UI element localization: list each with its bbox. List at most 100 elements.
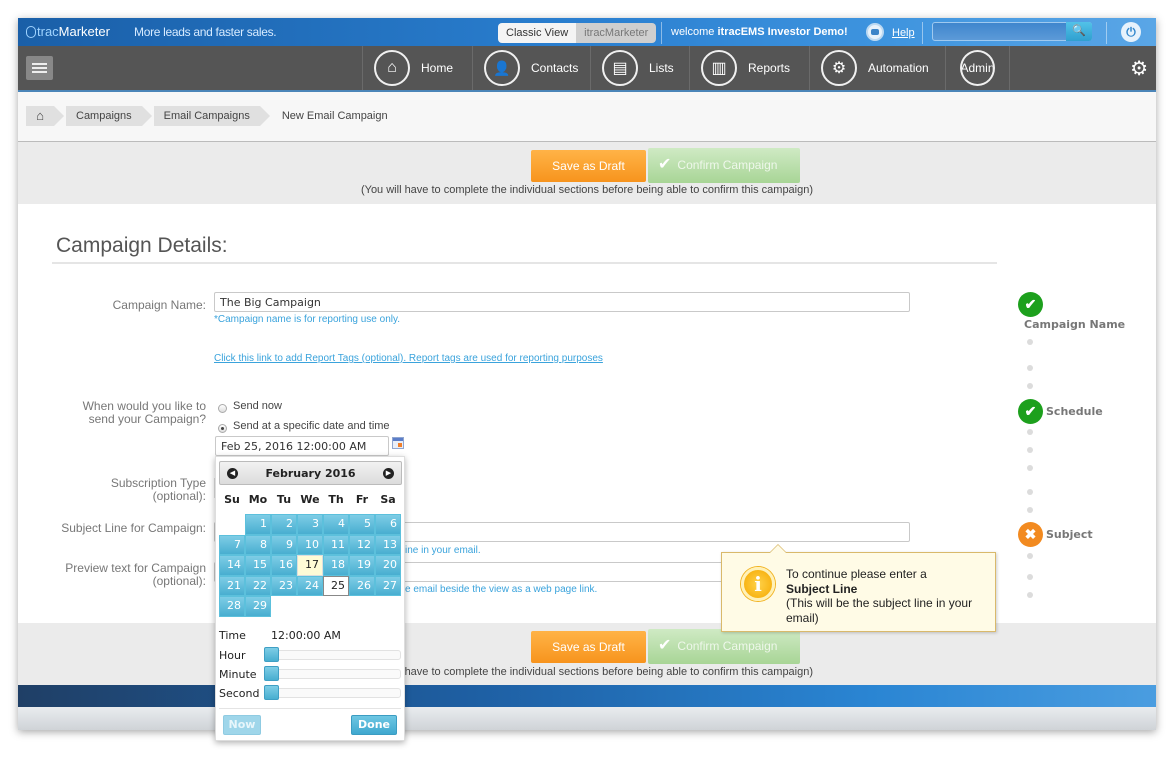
day-cell[interactable]: 19 — [349, 555, 375, 576]
help-user-icon[interactable] — [866, 23, 884, 41]
view-toggle: Classic View itracMarketer — [498, 23, 657, 43]
step-complete-icon: ✔ — [1018, 399, 1043, 424]
breadcrumb-home[interactable]: ⌂ — [26, 106, 64, 126]
progress-dot — [1027, 339, 1033, 345]
nav-contacts-label: Contacts — [531, 61, 579, 75]
nav-lists-label: Lists — [649, 61, 674, 75]
schedule-datetime-input[interactable] — [215, 436, 389, 456]
day-cell[interactable]: 18 — [323, 555, 349, 576]
day-cell[interactable]: 23 — [271, 575, 297, 596]
breadcrumb-bar: ⌂ Campaigns Email Campaigns New Email Ca… — [18, 90, 1156, 142]
minute-slider-handle[interactable] — [264, 666, 279, 681]
step-campaign-name[interactable]: Campaign Name — [1024, 318, 1125, 331]
subscription-type-label: Subscription Type (optional): — [110, 476, 206, 503]
day-cell-selected[interactable]: 25 — [323, 575, 349, 596]
day-cell[interactable]: 27 — [375, 575, 401, 596]
day-cell[interactable]: 15 — [245, 555, 271, 576]
save-draft-button[interactable]: Save as Draft — [531, 631, 646, 663]
main-nav: ⌂ Home 👤 Contacts ▤ Lists ▥ Reports ⚙ Au… — [18, 46, 1156, 90]
day-cell[interactable]: 28 — [219, 596, 245, 617]
day-cell[interactable]: 10 — [297, 534, 323, 555]
send-now-radio[interactable] — [218, 404, 227, 413]
nav-automation[interactable]: ⚙ Automation — [809, 46, 945, 90]
day-cell[interactable]: 21 — [219, 575, 245, 596]
subject-line-label: Subject Line for Campaign: — [61, 521, 206, 535]
minute-slider[interactable] — [267, 669, 401, 679]
day-cell[interactable]: 2 — [271, 514, 297, 535]
day-cell[interactable]: 29 — [245, 596, 271, 617]
day-cell[interactable]: 22 — [245, 575, 271, 596]
step-schedule[interactable]: Schedule — [1046, 405, 1103, 418]
report-tags-link[interactable]: Click this link to add Report Tags (opti… — [214, 353, 603, 364]
second-slider[interactable] — [267, 688, 401, 698]
classic-view-tab[interactable]: Classic View — [498, 23, 577, 43]
day-cell[interactable]: 3 — [297, 514, 323, 535]
help-link[interactable]: Help — [892, 27, 915, 39]
home-icon: ⌂ — [374, 50, 410, 86]
day-cell[interactable]: 5 — [349, 514, 375, 535]
day-cell[interactable]: 9 — [271, 534, 297, 555]
day-cell[interactable]: 16 — [271, 555, 297, 576]
day-cell[interactable]: 26 — [349, 575, 375, 596]
save-draft-button[interactable]: Save as Draft — [531, 150, 646, 182]
divider — [922, 22, 923, 44]
done-button[interactable]: Done — [351, 715, 397, 735]
nav-admin[interactable]: Admin — [945, 46, 1009, 90]
day-cell[interactable]: 24 — [297, 575, 323, 596]
progress-dot — [1027, 553, 1033, 559]
day-cell[interactable]: 7 — [219, 534, 245, 555]
hamburger-menu-button[interactable] — [26, 56, 53, 80]
tooltip-text: To continue please enter a Subject Line … — [786, 567, 973, 625]
action-bar-bottom: Save as Draft ✔ Confirm Campaign (You wil… — [18, 623, 1156, 685]
day-cell[interactable]: 12 — [349, 534, 375, 555]
confirm-campaign-button[interactable]: ✔ Confirm Campaign — [648, 148, 800, 183]
contacts-icon: 👤 — [484, 50, 520, 86]
send-scheduled-radio[interactable] — [218, 424, 227, 433]
search-button[interactable]: 🔍 — [1066, 22, 1092, 41]
date-picker-header: ◀ February 2016 ▶ — [219, 461, 402, 485]
day-cell[interactable]: 11 — [323, 534, 349, 555]
home-icon: ⌂ — [36, 108, 44, 123]
day-cell[interactable]: 4 — [323, 514, 349, 535]
weekday-label: Su — [224, 493, 240, 506]
now-button[interactable]: Now — [223, 715, 261, 735]
weekday-header: Su Mo Tu We Th Fr Sa — [219, 493, 401, 506]
progress-dot — [1027, 592, 1033, 598]
day-cell[interactable]: 14 — [219, 555, 245, 576]
nav-contacts[interactable]: 👤 Contacts — [472, 46, 590, 90]
day-cell[interactable]: 13 — [375, 534, 401, 555]
day-cell-today[interactable]: 17 — [297, 555, 323, 576]
preview-text-hint: e email beside the view as a web page li… — [405, 584, 598, 595]
campaign-name-input[interactable] — [214, 292, 910, 312]
nav-home[interactable]: ⌂ Home — [362, 46, 472, 90]
logo[interactable]: tracMarketer — [26, 24, 110, 39]
day-cell[interactable]: 20 — [375, 555, 401, 576]
nav-lists[interactable]: ▤ Lists — [590, 46, 689, 90]
campaign-name-label: Campaign Name: — [112, 298, 206, 312]
day-cell[interactable]: 1 — [245, 514, 271, 535]
confirm-campaign-button[interactable]: ✔ Confirm Campaign — [648, 629, 800, 664]
day-cell[interactable]: 8 — [245, 534, 271, 555]
hour-slider-handle[interactable] — [264, 647, 279, 662]
app-window: tracMarketer More leads and faster sales… — [18, 18, 1156, 730]
power-button[interactable]: ⏻ — [1121, 22, 1141, 42]
send-now-label[interactable]: Send now — [233, 400, 282, 412]
month-title: February 2016 — [265, 467, 356, 480]
settings-gear-icon[interactable]: ⚙ — [1130, 56, 1148, 81]
minute-label: Minute — [219, 668, 257, 681]
step-subject[interactable]: Subject — [1046, 528, 1093, 541]
breadcrumb-email-campaigns[interactable]: Email Campaigns — [153, 106, 271, 126]
day-cell[interactable]: 6 — [375, 514, 401, 535]
weekday-label: We — [300, 493, 320, 506]
divider — [1106, 22, 1107, 44]
hour-slider[interactable] — [267, 650, 401, 660]
nav-reports[interactable]: ▥ Reports — [689, 46, 809, 90]
calendar-icon[interactable] — [392, 437, 404, 449]
divider — [661, 22, 662, 44]
second-slider-handle[interactable] — [264, 685, 279, 700]
itracmarketer-view-tab[interactable]: itracMarketer — [576, 23, 657, 43]
send-scheduled-label[interactable]: Send at a specific date and time — [233, 420, 390, 432]
breadcrumb: ⌂ Campaigns Email Campaigns New Email Ca… — [26, 106, 410, 126]
breadcrumb-campaigns[interactable]: Campaigns — [66, 106, 152, 126]
next-month-icon[interactable]: ▶ — [383, 468, 394, 479]
